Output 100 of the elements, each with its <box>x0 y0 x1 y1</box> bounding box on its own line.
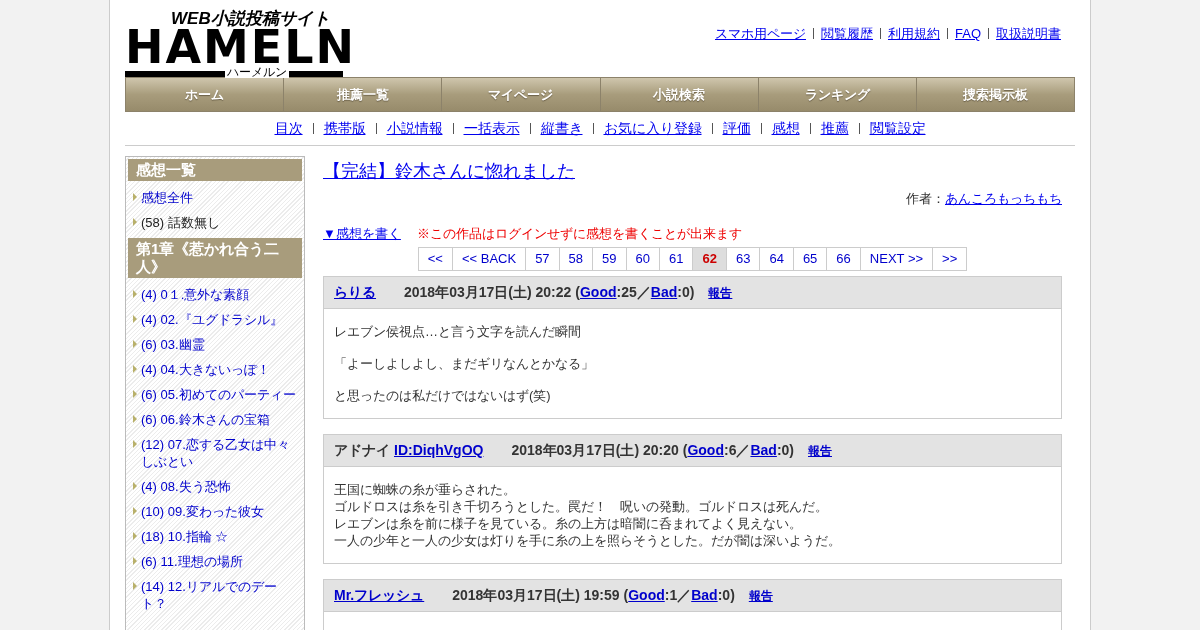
good-count: :1 <box>664 586 678 605</box>
good-count: :6 <box>723 441 737 460</box>
sidebar-link[interactable]: (6) 11.理想の場所 <box>141 553 243 570</box>
subnav-link[interactable]: 縦書き <box>540 118 583 139</box>
author-link[interactable]: あんころもっちもち <box>945 189 1062 209</box>
sidebar-link[interactable]: 感想全件 <box>141 189 193 206</box>
page-link[interactable]: << BACK <box>452 247 527 271</box>
bullet-icon <box>133 440 137 448</box>
author-link[interactable]: Mr.フレッシュ <box>334 585 425 606</box>
bad-link[interactable]: Bad <box>650 282 678 303</box>
logo-tagline: WEB小説投稿サイト <box>171 10 330 27</box>
report-link[interactable]: 報告 <box>708 283 733 302</box>
subnav-link[interactable]: 携帯版 <box>323 118 366 139</box>
novel-title-link[interactable]: 【完結】鈴木さんに惚れました <box>323 158 1062 185</box>
page-link[interactable]: 63 <box>726 247 761 271</box>
bullet-icon <box>133 532 137 540</box>
bad-link[interactable]: Bad <box>691 585 718 606</box>
header-link[interactable]: 取扱説明書 <box>996 24 1061 44</box>
comment-text: 「よーしよしよし、まだギリなんとかなる」 <box>334 355 595 372</box>
bullet-icon <box>133 507 137 515</box>
sidebar-link[interactable]: (6) 03.幽霊 <box>141 336 205 353</box>
paren-text: ( <box>623 586 629 605</box>
sidebar-link[interactable]: (6) 06.鈴木さんの宝箱 <box>141 411 270 428</box>
sidebar-text: (58) 話数無し <box>141 214 220 231</box>
bullet-icon <box>133 390 137 398</box>
header-link[interactable]: 閲覧履歴 <box>821 24 873 44</box>
bullet-icon <box>133 340 137 348</box>
sidebar-link[interactable]: (10) 09.変わった彼女 <box>141 503 264 520</box>
bullet-icon <box>133 218 137 226</box>
bullet-icon <box>133 415 137 423</box>
page-link[interactable]: 58 <box>559 247 594 271</box>
comment-text: レエブン侯視点…と言う文字を読んだ瞬間 <box>334 323 582 340</box>
page-link[interactable]: 64 <box>760 247 794 271</box>
subnav-link[interactable]: お気に入り登録 <box>603 118 702 139</box>
sidebar-link[interactable]: (4) 02.『ユグドラシル』 <box>141 311 283 328</box>
subnav-link[interactable]: 一括表示 <box>463 118 520 139</box>
sidebar-link[interactable]: (12) 07.恋する乙女は中々しぶとい <box>141 436 298 470</box>
comment-text: と思ったのは私だけではないはず(笑) <box>334 387 552 404</box>
notice-text: ※この作品はログインせずに感想を書くことが出来ます <box>416 224 742 243</box>
page-link[interactable]: >> <box>933 247 968 271</box>
subnav-link[interactable]: 閲覧設定 <box>869 118 926 139</box>
logo-kana: ハーメルン <box>225 66 289 78</box>
sidebar-link[interactable]: (4) 0１.意外な素顔 <box>141 286 250 303</box>
comment-date: 2018年03月17日(土) 20:22 <box>404 283 572 302</box>
bullet-icon <box>133 365 137 373</box>
bad-count: :0 <box>776 441 790 460</box>
sidebar-link[interactable]: (4) 04.大きないっぽ！ <box>141 361 270 378</box>
page-link[interactable]: 57 <box>526 247 560 271</box>
bullet-icon <box>133 290 137 298</box>
page-link[interactable]: << <box>417 247 453 271</box>
page-link[interactable]: 62 <box>693 247 727 271</box>
bullet-icon <box>133 193 137 201</box>
paren-text: ( <box>682 441 688 460</box>
sidebar-link[interactable]: (18) 10.指輪 ☆ <box>141 528 229 545</box>
slash-text: ／ <box>736 441 751 460</box>
slash-text: ／ <box>636 283 651 302</box>
bullet-icon <box>133 315 137 323</box>
slash-text: ／ <box>677 586 692 605</box>
good-link[interactable]: Good <box>580 282 617 303</box>
report-link[interactable]: 報告 <box>748 586 773 605</box>
good-count: :25 <box>616 283 637 302</box>
header-link[interactable]: 利用規約 <box>888 24 940 44</box>
header-link[interactable]: スマホ用ページ <box>715 24 806 44</box>
bad-count: :0 <box>717 586 731 605</box>
bad-count: :0 <box>677 283 690 302</box>
paren-text: ) <box>730 586 735 605</box>
good-link[interactable]: Good <box>628 585 665 606</box>
bullet-icon <box>133 557 137 565</box>
bullet-icon <box>133 482 137 490</box>
subnav-link[interactable]: 目次 <box>274 118 303 139</box>
subnav-link[interactable]: 推薦 <box>820 118 849 139</box>
page-link[interactable]: 65 <box>793 247 828 271</box>
sidebar-heading: 感想一覧 <box>128 159 302 181</box>
bad-link[interactable]: Bad <box>750 440 777 461</box>
page-link[interactable]: 60 <box>626 247 660 271</box>
paren-text: ) <box>689 283 695 302</box>
page-link[interactable]: 61 <box>660 247 694 271</box>
sidebar-link[interactable]: (6) 05.初めてのパーティー <box>141 386 296 403</box>
report-link[interactable]: 報告 <box>808 441 832 460</box>
comment-date: 2018年03月17日(土) 20:20 <box>511 441 679 460</box>
good-link[interactable]: Good <box>687 440 724 461</box>
subnav-link[interactable]: 小説情報 <box>386 118 443 139</box>
author-name: アドナイ <box>334 441 390 460</box>
write-comment-link[interactable]: ▼感想を書く <box>323 223 401 243</box>
comment-date: 2018年03月17日(土) 19:59 <box>452 586 620 605</box>
paren-text: ( <box>575 283 580 302</box>
subnav-link[interactable]: 感想 <box>771 118 800 139</box>
sidebar-link[interactable]: (14) 12.リアルでのデート？ <box>141 578 298 612</box>
sidebar-heading: 第1章《惹かれ合う二人》 <box>128 238 302 278</box>
bullet-icon <box>133 582 137 590</box>
sidebar-link[interactable]: (4) 08.失う恐怖 <box>141 478 231 495</box>
header-link[interactable]: FAQ <box>955 24 981 44</box>
page-link[interactable]: NEXT >> <box>860 247 934 271</box>
user-id-link[interactable]: ID:DiqhVgOQ <box>394 440 484 461</box>
page-link[interactable]: 66 <box>827 247 861 271</box>
author-link[interactable]: らりる <box>334 282 376 303</box>
paren-text: ) <box>789 441 794 460</box>
page-link[interactable]: 59 <box>593 247 627 271</box>
subnav-link[interactable]: 評価 <box>722 118 751 139</box>
author-label: 作者： <box>906 190 945 208</box>
